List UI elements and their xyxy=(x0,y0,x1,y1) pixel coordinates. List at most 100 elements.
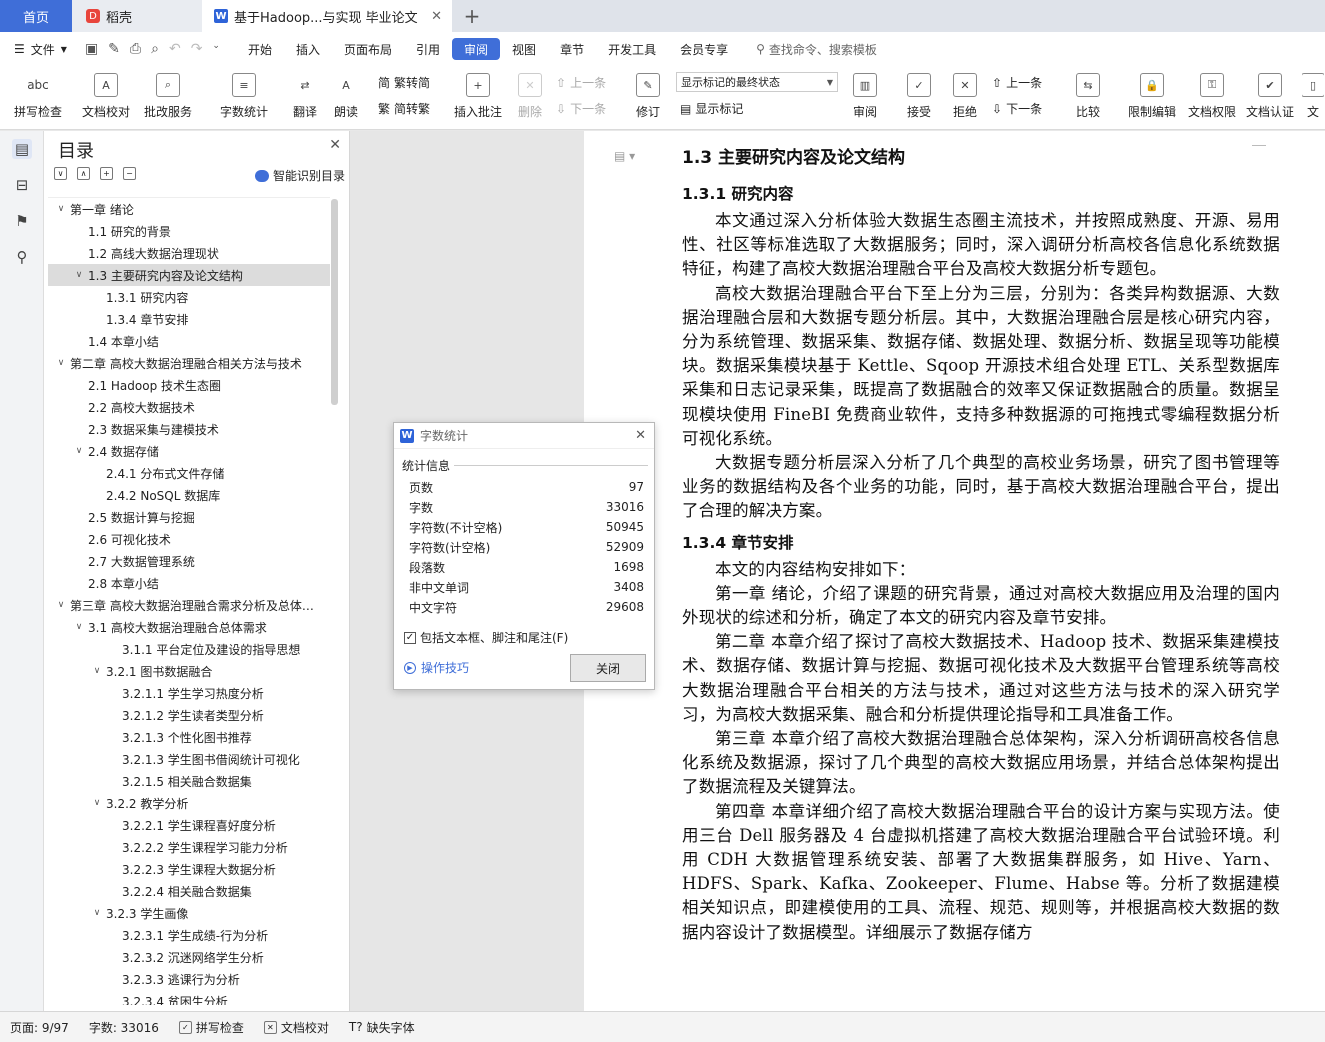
customize-chevron-icon[interactable]: ⌄ xyxy=(212,41,220,57)
bookmark-icon[interactable]: ⚑ xyxy=(12,211,32,231)
toc-item[interactable]: 3.2.3.4 贫困生分析 xyxy=(48,990,330,1006)
print-icon[interactable]: ⎙ xyxy=(130,41,141,57)
tips-link[interactable]: ▶ 操作技巧 xyxy=(404,659,469,676)
toc-item[interactable]: 3.2.1.2 学生读者类型分析 xyxy=(48,704,330,726)
toc-item[interactable]: ∨ 第一章 绪论 xyxy=(48,198,330,220)
format-painter-icon[interactable]: ✎ xyxy=(108,41,120,57)
toc-item[interactable]: 2.6 可视化技术 xyxy=(48,528,330,550)
translate-button[interactable]: ⇄ 翻译 xyxy=(288,68,322,126)
toc-item[interactable]: 1.3.1 研究内容 xyxy=(48,286,330,308)
toc-item[interactable]: 3.2.3.2 沉迷网络学生分析 xyxy=(48,946,330,968)
toc-item[interactable]: ∨ 3.2.1 图书数据融合 xyxy=(48,660,330,682)
include-footnotes-checkbox[interactable]: ✓ 包括文本框、脚注和尾注(F) xyxy=(404,629,568,646)
trad-to-simp-button[interactable]: 简繁转简 xyxy=(378,74,430,91)
toc-item[interactable]: ∨ 1.3 主要研究内容及论文结构 xyxy=(48,264,330,286)
reject-button[interactable]: ✕ 拒绝 xyxy=(946,68,984,126)
toc-item[interactable]: 3.2.1.3 学生图书借阅统计可视化 xyxy=(48,748,330,770)
toc-item[interactable]: 2.2 高校大数据技术 xyxy=(48,396,330,418)
missing-font-status[interactable]: T? 缺失字体 xyxy=(339,1019,425,1036)
save-icon[interactable]: ▣ xyxy=(85,41,98,57)
toc-item[interactable]: 2.4.1 分布式文件存储 xyxy=(48,462,330,484)
chevron-down-icon[interactable]: ∨ xyxy=(54,358,68,368)
toc-item[interactable]: 3.2.1.5 相关融合数据集 xyxy=(48,770,330,792)
toc-item[interactable]: 3.2.3.3 逃课行为分析 xyxy=(48,968,330,990)
show-marks-button[interactable]: ▤ 显示标记 xyxy=(680,100,743,117)
delete-comment-button[interactable]: ✕ 删除 xyxy=(512,68,548,126)
add-heading-icon[interactable]: + xyxy=(100,167,113,180)
toc-item[interactable]: 3.2.2.3 学生课程大数据分析 xyxy=(48,858,330,880)
insert-comment-button[interactable]: + 插入批注 xyxy=(452,68,504,126)
more-ribbon-button[interactable]: ▯ 文 xyxy=(1302,68,1324,126)
toc-item[interactable]: 1.1 研究的背景 xyxy=(48,220,330,242)
toc-item[interactable]: ∨ 第三章 高校大数据治理融合需求分析及总体… xyxy=(48,594,330,616)
toc-item[interactable]: 3.2.2.1 学生课程喜好度分析 xyxy=(48,814,330,836)
simp-to-trad-button[interactable]: 繁简转繁 xyxy=(378,100,430,117)
toc-item[interactable]: 1.4 本章小结 xyxy=(48,330,330,352)
command-search[interactable]: ⚲ 查找命令、搜索模板 xyxy=(740,41,877,58)
chevron-down-icon[interactable]: ∨ xyxy=(90,666,104,676)
page-indicator[interactable]: 页面: 9/97 xyxy=(0,1019,79,1036)
menu-page-layout[interactable]: 页面布局 xyxy=(332,38,404,60)
smart-toc-button[interactable]: 智能识别目录 xyxy=(254,167,345,184)
search-icon[interactable]: ⚲ xyxy=(12,247,32,267)
prev-comment-button[interactable]: ⇧ 上一条 xyxy=(556,74,606,91)
collapse-all-icon[interactable]: ∨ xyxy=(54,167,67,180)
chapter-nav-icon[interactable]: ⊟ xyxy=(12,175,32,195)
dialog-close-button[interactable]: 关闭 xyxy=(570,654,646,682)
doc-check-button[interactable]: A 文档校对 xyxy=(80,68,132,126)
redo-icon[interactable]: ↷ xyxy=(191,41,203,57)
menu-start[interactable]: 开始 xyxy=(236,38,284,60)
menu-review[interactable]: 审阅 xyxy=(452,38,501,60)
document-page[interactable]: ▤ ▾ 1.3 主要研究内容及论文结构 1.3.1 研究内容 本文通过深入分析体… xyxy=(584,131,1325,1011)
menu-dev-tools[interactable]: 开发工具 xyxy=(596,38,668,60)
toc-item[interactable]: 2.3 数据采集与建模技术 xyxy=(48,418,330,440)
chevron-down-icon[interactable]: ∨ xyxy=(54,204,68,214)
chevron-down-icon[interactable]: ∨ xyxy=(72,622,86,632)
toc-item[interactable]: 3.1.1 平台定位及建设的指导思想 xyxy=(48,638,330,660)
review-pane-button[interactable]: ▥ 审阅 xyxy=(846,68,884,126)
toc-item[interactable]: ∨ 第二章 高校大数据治理融合相关方法与技术 xyxy=(48,352,330,374)
tab-home[interactable]: 首页 xyxy=(0,0,72,32)
doc-auth-button[interactable]: ✔ 文档认证 xyxy=(1242,68,1298,126)
toc-item[interactable]: 1.3.4 章节安排 xyxy=(48,308,330,330)
print-preview-icon[interactable]: ⌕ xyxy=(151,41,159,57)
toc-item[interactable]: 2.8 本章小结 xyxy=(48,572,330,594)
toc-item[interactable]: 2.5 数据计算与挖掘 xyxy=(48,506,330,528)
menu-insert[interactable]: 插入 xyxy=(284,38,332,60)
chevron-down-icon[interactable]: ∨ xyxy=(90,798,104,808)
toc-item[interactable]: ∨ 3.2.3 学生画像 xyxy=(48,902,330,924)
toc-item[interactable]: 3.2.1.3 个性化图书推荐 xyxy=(48,726,330,748)
document-body[interactable]: 1.3 主要研究内容及论文结构 1.3.1 研究内容 本文通过深入分析体验大数据… xyxy=(682,145,1280,945)
word-count-status[interactable]: 字数: 33016 xyxy=(79,1019,169,1036)
toc-item[interactable]: ∨ 3.1 高校大数据治理融合总体需求 xyxy=(48,616,330,638)
restrict-edit-button[interactable]: 🔒 限制编辑 xyxy=(1124,68,1180,126)
annotation-service-button[interactable]: ⌕ 批改服务 xyxy=(140,68,196,126)
toc-item[interactable]: 3.2.2.2 学生课程学习能力分析 xyxy=(48,836,330,858)
new-tab-button[interactable]: + xyxy=(458,0,486,32)
menu-member[interactable]: 会员专享 xyxy=(668,38,740,60)
menu-view[interactable]: 视图 xyxy=(500,38,548,60)
toc-item[interactable]: 1.2 高线大数据治理现状 xyxy=(48,242,330,264)
toc-item[interactable]: ∨ 3.2.2 教学分析 xyxy=(48,792,330,814)
next-change-button[interactable]: ⇩ 下一条 xyxy=(992,100,1042,117)
toc-item[interactable]: 3.2.2.4 相关融合数据集 xyxy=(48,880,330,902)
toc-panel-icon[interactable]: ▤ xyxy=(12,139,32,159)
file-menu[interactable]: ☰ 文件 ▼ xyxy=(0,41,77,58)
spell-check-button[interactable]: abc 拼写检查 xyxy=(10,68,66,126)
doc-permission-button[interactable]: ⚿ 文档权限 xyxy=(1184,68,1240,126)
toc-item[interactable]: ∨ 2.4 数据存储 xyxy=(48,440,330,462)
toc-close-icon[interactable]: ✕ xyxy=(329,137,341,153)
toc-item[interactable]: 2.7 大数据管理系统 xyxy=(48,550,330,572)
display-mode-select[interactable]: 显示标记的最终状态 ▼ xyxy=(676,72,838,92)
chevron-down-icon[interactable]: ∨ xyxy=(90,908,104,918)
toc-scrollbar[interactable] xyxy=(331,199,338,405)
dialog-header[interactable]: W 字数统计 ✕ xyxy=(394,423,654,449)
menu-chapter[interactable]: 章节 xyxy=(548,38,596,60)
toc-item[interactable]: 3.2.1.1 学生学习热度分析 xyxy=(48,682,330,704)
chevron-down-icon[interactable]: ∨ xyxy=(54,600,68,610)
prev-change-button[interactable]: ⇧ 上一条 xyxy=(992,74,1042,91)
read-aloud-button[interactable]: A 朗读 xyxy=(330,68,362,126)
toc-item[interactable]: 2.4.2 NoSQL 数据库 xyxy=(48,484,330,506)
chevron-down-icon[interactable]: ∨ xyxy=(72,446,86,456)
toc-item[interactable]: 3.2.3.1 学生成绩-行为分析 xyxy=(48,924,330,946)
